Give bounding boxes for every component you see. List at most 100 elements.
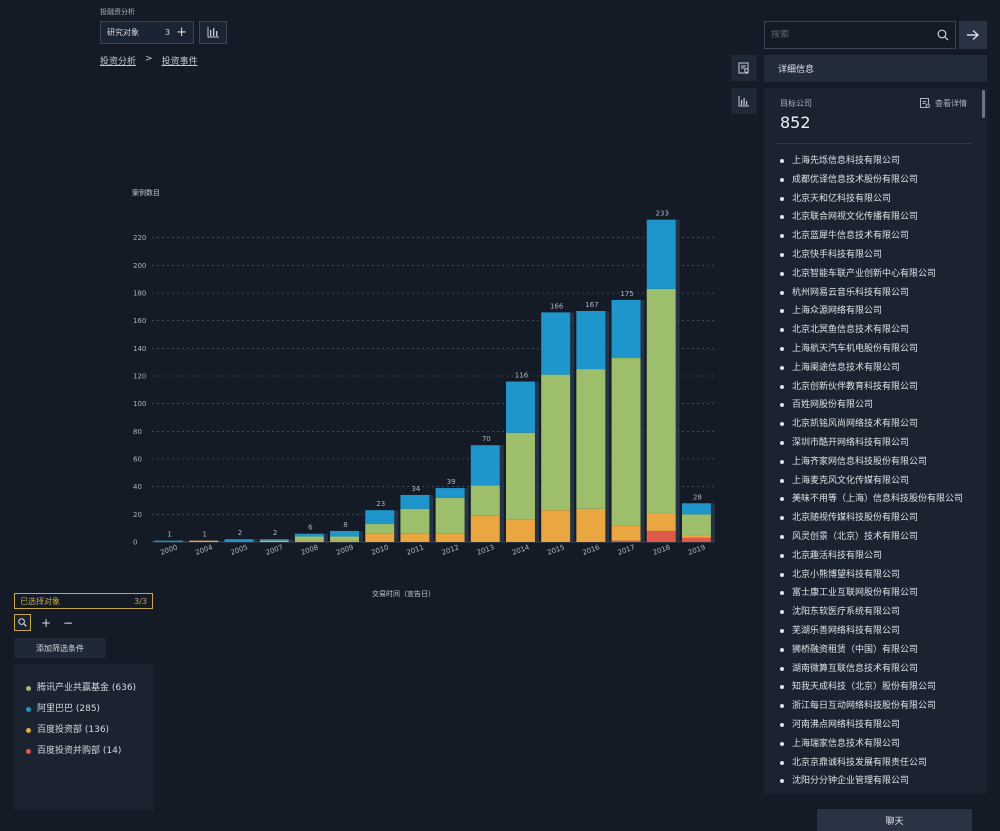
bar-total-label: 2 (273, 529, 277, 537)
company-list-item[interactable]: 杭州网易云音乐科技有限公司 (778, 287, 973, 299)
chat-button[interactable]: 聊天 (817, 809, 972, 831)
company-list-item[interactable]: 沈阳分分钟企业管理有限公司 (778, 775, 973, 787)
y-tick-label: 160 (133, 317, 146, 325)
bar-segment (611, 525, 641, 541)
company-list-item[interactable]: 北京快手科技有限公司 (778, 249, 973, 261)
bar-shadow (710, 503, 715, 542)
legend-dot (26, 728, 31, 733)
bar-segment (400, 533, 430, 542)
search-input[interactable] (771, 30, 937, 40)
report-icon (920, 98, 931, 109)
bar-shadow (288, 539, 293, 542)
y-tick-label: 120 (133, 373, 146, 381)
bar-segment (259, 539, 289, 541)
company-list-item[interactable]: 风灵创景（北京）技术有限公司 (778, 531, 973, 543)
legend-item[interactable]: 百度投资部 (136) (26, 724, 141, 736)
breadcrumb-investment-events[interactable]: 投资事件 (162, 54, 198, 67)
x-tick-label: 2019 (687, 543, 706, 557)
legend-label: 腾讯产业共赢基金 (636) (37, 683, 137, 693)
legend-item[interactable]: 腾讯产业共赢基金 (636) (26, 682, 141, 694)
x-tick-label: 2015 (546, 543, 565, 557)
company-list-item[interactable]: 浙江每日互动网络科技股份有限公司 (778, 700, 973, 712)
company-list-item[interactable]: 北京小熊博望科技有限公司 (778, 569, 973, 581)
bar-segment (294, 540, 324, 542)
company-list-item[interactable]: 上海航天汽车机电股份有限公司 (778, 343, 973, 355)
detail-panel: 目标公司 852 查看详情 上海先烁信息科技有限公司 成都优译信息技术股份有限公司… (764, 88, 987, 794)
company-list-item[interactable]: 上海齐家网信息科技股份有限公司 (778, 456, 973, 468)
company-list-item[interactable]: 北京京鼎诚科技发展有限责任公司 (778, 757, 973, 769)
company-list-item[interactable]: 北京创新伙伴教育科技有限公司 (778, 381, 973, 393)
selected-objects-bar[interactable]: 已选择对象 3/3 (14, 593, 153, 609)
research-object-selector[interactable]: 研究对象 3 + (100, 21, 194, 44)
search-go-button[interactable] (959, 21, 987, 49)
company-list-item[interactable]: 美味不用等（上海）信息科技股份有限公司 (778, 493, 973, 505)
breadcrumb-investment-analysis[interactable]: 投资分析 (100, 54, 136, 67)
company-list-item[interactable]: 富士康工业互联网股份有限公司 (778, 587, 973, 599)
company-list-item[interactable]: 北京联合网视文化传播有限公司 (778, 211, 973, 223)
zoom-out-button[interactable]: − (61, 616, 75, 630)
bar-total-label: 6 (308, 524, 313, 532)
x-tick-label: 2004 (194, 543, 214, 557)
bar-segment (259, 540, 289, 542)
company-list-item[interactable]: 沈阳东软医疗系统有限公司 (778, 606, 973, 618)
bar-shadow (323, 533, 328, 542)
bar-segment (330, 540, 360, 542)
view-detail-label: 查看详情 (935, 99, 967, 108)
bar-shadow (359, 530, 364, 542)
x-axis-label: 交易时间（宣告日） (372, 589, 435, 598)
bar-shadow (675, 219, 680, 542)
chart-type-button[interactable] (199, 21, 227, 44)
add-filter-button[interactable]: 添加筛选条件 (14, 638, 106, 658)
research-object-count: 3 (165, 28, 171, 37)
add-research-object-icon[interactable]: + (176, 26, 187, 39)
company-list-item[interactable]: 狮桥融资租赁（中国）有限公司 (778, 644, 973, 656)
company-list-item[interactable]: 北京随视传媒科技股份有限公司 (778, 512, 973, 524)
company-list-item[interactable]: 湖南微算互联信息技术有限公司 (778, 663, 973, 675)
zoom-button[interactable] (14, 614, 31, 631)
company-list-item[interactable]: 北京趣活科技有限公司 (778, 550, 973, 562)
company-list-item[interactable]: 知我天成科技（北京）股份有限公司 (778, 681, 973, 693)
x-tick-label: 2010 (370, 543, 389, 557)
chart-view-button[interactable] (731, 88, 757, 114)
x-tick-label: 2000 (159, 543, 178, 557)
bar-segment (470, 515, 500, 542)
bar-shadow (183, 540, 188, 542)
stacked-bar-chart: 案例数目 0 20 40 60 80 100 120 140 160 180 200 220 1 2000 1… (132, 188, 715, 598)
company-list-item[interactable]: 上海先烁信息科技有限公司 (778, 155, 973, 167)
target-company-label: 目标公司 (780, 99, 812, 108)
view-detail-link[interactable]: 查看详情 (920, 98, 967, 109)
company-list-item[interactable]: 河南沸点网络科技有限公司 (778, 719, 973, 731)
arrow-right-icon (967, 29, 980, 41)
detail-header: 详细信息 (764, 55, 987, 82)
company-list-item[interactable]: 北京北冥鱼信息技术有限公司 (778, 324, 973, 336)
research-object-label: 研究对象 (107, 28, 139, 37)
bar-segment (541, 374, 571, 511)
company-list-item[interactable]: 北京蓝犀牛信息技术有限公司 (778, 230, 973, 242)
search-icon[interactable] (937, 29, 949, 41)
legend-item[interactable]: 百度投资并购部 (14) (26, 745, 141, 757)
company-list-item[interactable]: 上海麦克风文化传媒有限公司 (778, 475, 973, 487)
company-list-item[interactable]: 北京天和亿科技有限公司 (778, 193, 973, 205)
company-list-item[interactable]: 成都优译信息技术股份有限公司 (778, 174, 973, 186)
report-button[interactable] (731, 55, 757, 81)
bar-segment (365, 510, 395, 525)
company-list-item[interactable]: 上海瑞家信息技术有限公司 (778, 738, 973, 750)
company-list-item[interactable]: 上海众源网络有限公司 (778, 305, 973, 317)
company-list-item[interactable]: 上海阑途信息技术有限公司 (778, 362, 973, 374)
bar-segment (576, 508, 606, 542)
bar-shadow (499, 445, 504, 542)
bar-segment (576, 310, 606, 370)
bar-segment (541, 510, 571, 542)
company-list-item[interactable]: 芜湖乐善网络科技有限公司 (778, 625, 973, 637)
bar-total-label: 233 (656, 210, 669, 218)
x-tick-label: 2011 (405, 543, 424, 557)
search-box (764, 21, 956, 49)
company-list-item[interactable]: 百姓网股份有限公司 (778, 399, 973, 411)
legend-item[interactable]: 阿里巴巴 (285) (26, 703, 141, 715)
company-list-item[interactable]: 北京智能车联产业创新中心有限公司 (778, 268, 973, 280)
scrollbar[interactable] (982, 90, 985, 118)
company-list-item[interactable]: 北京凯铭风尚网络技术有限公司 (778, 418, 973, 430)
zoom-in-button[interactable]: + (39, 616, 53, 630)
bar-total-label: 1 (167, 531, 171, 539)
company-list-item[interactable]: 深圳市酷开网络科技有限公司 (778, 437, 973, 449)
